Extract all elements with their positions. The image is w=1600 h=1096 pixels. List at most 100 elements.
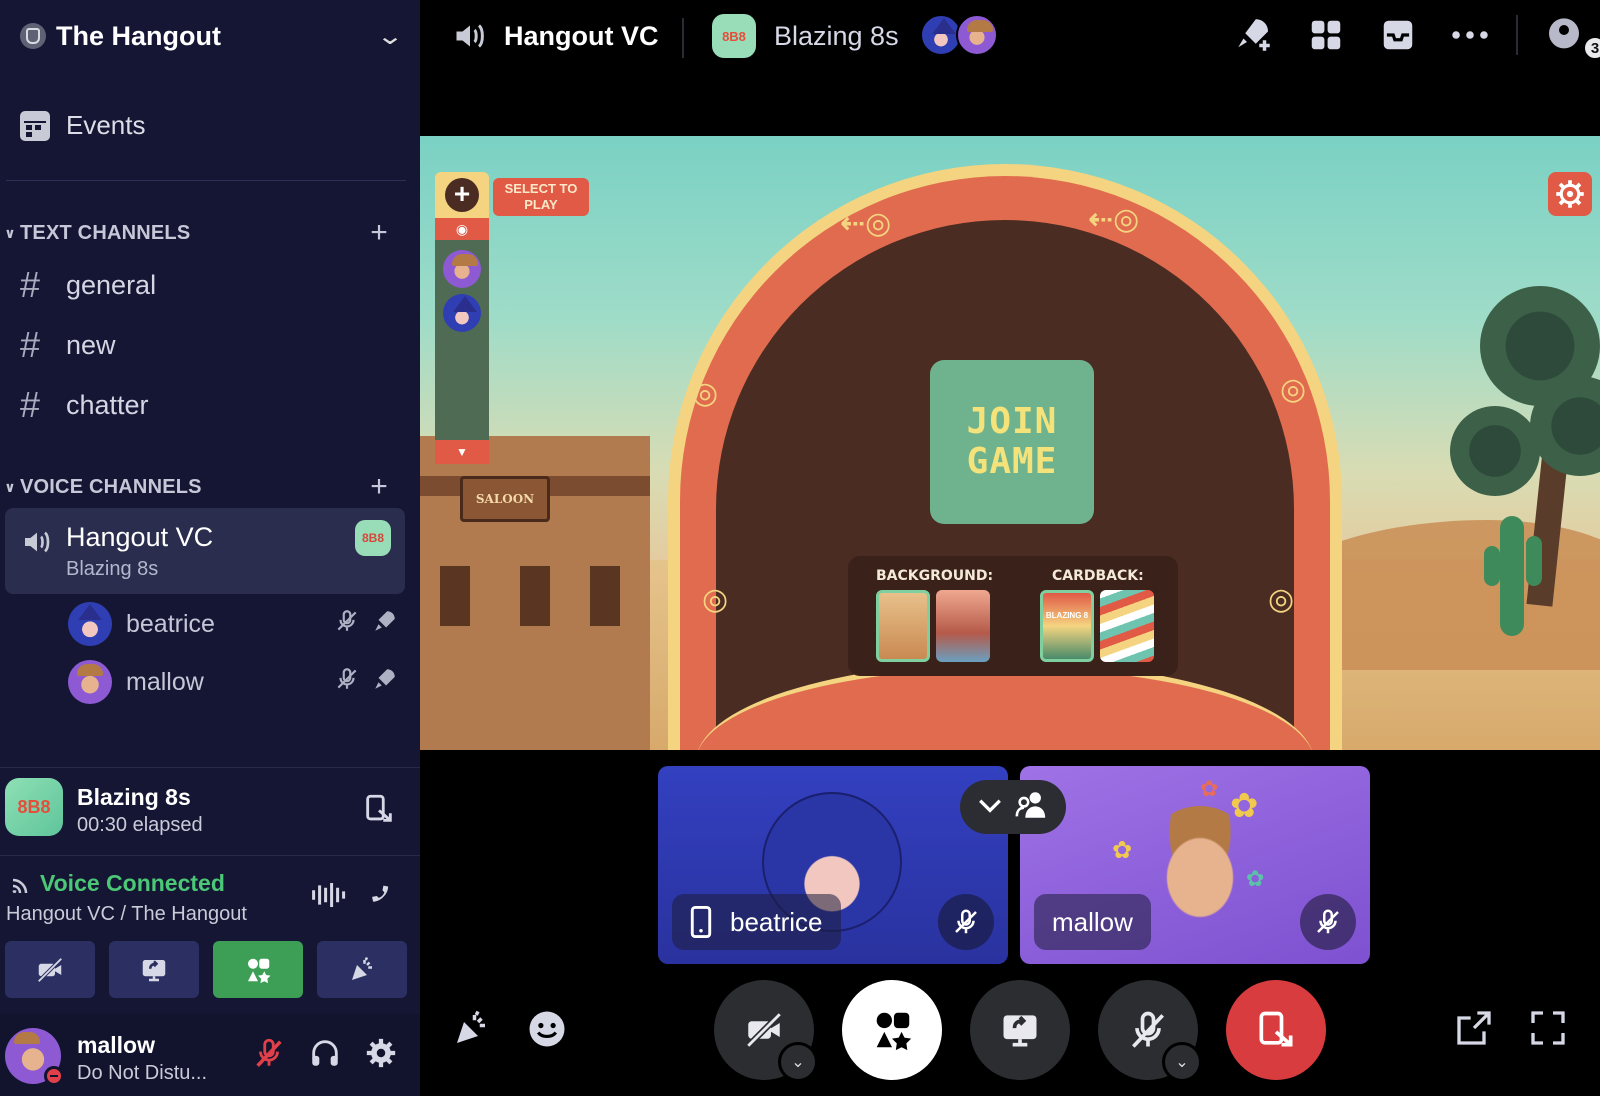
soundboard-icon[interactable] <box>450 1008 492 1055</box>
leave-activity-icon[interactable] <box>362 792 396 831</box>
member-name: beatrice <box>126 609 215 638</box>
participant-tile-beatrice[interactable]: beatrice <box>658 766 1008 964</box>
popout-icon[interactable] <box>1454 1008 1494 1053</box>
leave-activity-button[interactable] <box>1226 980 1326 1080</box>
emoji-icon[interactable] <box>526 1008 568 1055</box>
events-item[interactable]: Events <box>20 110 146 141</box>
rocket-plus-icon[interactable] <box>1218 14 1290 56</box>
channel-chatter[interactable]: # chatter <box>20 384 149 426</box>
rocket-icon <box>372 666 398 698</box>
add-channel-plus-icon[interactable]: + <box>370 470 388 504</box>
waveform-icon[interactable] <box>310 880 346 917</box>
voice-status-label: Voice Connected <box>40 870 225 896</box>
join-game-button[interactable]: JOIN GAME <box>930 360 1094 524</box>
more-icon[interactable] <box>1434 29 1506 41</box>
people-icon <box>1013 788 1049 827</box>
screen-share-button[interactable] <box>970 980 1070 1080</box>
mic-options-chevron-icon[interactable]: ⌄ <box>1162 1042 1202 1082</box>
caret-down-icon: ∨ <box>4 478 16 495</box>
screen-share-icon <box>142 959 166 981</box>
participant-name: mallow <box>1052 906 1133 937</box>
rune-icon: ◎ <box>702 583 729 616</box>
gear-icon[interactable] <box>364 1036 398 1075</box>
activity-game-frame[interactable]: SALOON ⇠◎ ⇠◎ ◎ ◎ ◎ ◎ JOIN GAME BACKGROUN… <box>420 136 1600 750</box>
speaker-icon <box>456 24 484 48</box>
current-activity[interactable]: 8B8 Blazing 8s <box>712 14 899 58</box>
participant-name-tag: mallow <box>1034 894 1151 950</box>
participant-tile-mallow[interactable]: ✿ ✿ ✿ ✿ mallow <box>1020 766 1370 964</box>
voice-connection-panel: Voice Connected Hangout VC / The Hangout <box>0 855 420 1013</box>
hash-icon: # <box>20 264 41 305</box>
activity-title: Blazing 8s <box>77 784 191 810</box>
player-avatar[interactable] <box>443 250 481 288</box>
collapse-participants-button[interactable] <box>960 780 1066 834</box>
saloon-window <box>520 566 550 626</box>
calendar-icon <box>20 110 50 141</box>
soundboard-icon <box>352 956 372 980</box>
screen-share-icon <box>1003 1015 1037 1047</box>
camera-toggle-button[interactable]: ⌄ <box>714 980 818 1082</box>
activity-participants[interactable] <box>920 14 998 56</box>
game-badge-icon[interactable]: 8B8 <box>355 520 391 556</box>
eye-icon[interactable]: ◉ <box>435 218 489 240</box>
rune-icon: ◎ <box>692 377 719 410</box>
voice-member-mallow[interactable]: mallow <box>68 660 398 704</box>
grid-icon[interactable] <box>1290 16 1362 54</box>
add-channel-plus-icon[interactable]: + <box>370 216 388 250</box>
server-header[interactable]: The Hangout ⌄ <box>0 0 420 72</box>
cactus <box>1500 516 1524 636</box>
shield-icon <box>20 23 46 49</box>
cactus-arm <box>1526 536 1542 586</box>
user-panel: mallow Do Not Distu... <box>0 1014 420 1096</box>
channel-sidebar: The Hangout ⌄ Events ∨ TEXT CHANNELS + #… <box>0 0 420 1096</box>
headphones-icon[interactable] <box>308 1036 342 1075</box>
screen-share-button[interactable] <box>109 941 199 998</box>
cardback-option-zigzag[interactable] <box>1100 590 1154 662</box>
hangup-icon[interactable] <box>355 868 405 918</box>
activity-icon <box>876 1012 912 1051</box>
mic-muted-icon <box>1131 1011 1165 1048</box>
add-player-button[interactable]: + <box>435 172 489 218</box>
camera-toggle-button[interactable] <box>5 941 95 998</box>
game-settings-gear-icon[interactable] <box>1548 172 1592 216</box>
people-icon[interactable]: 3 <box>1528 15 1600 61</box>
channel-new[interactable]: # new <box>20 324 116 366</box>
soundboard-button[interactable] <box>317 941 407 998</box>
mic-muted-icon[interactable] <box>252 1036 286 1075</box>
channel-general[interactable]: # general <box>20 264 156 306</box>
signal-icon <box>12 878 28 893</box>
voice-location: Hangout VC / The Hangout <box>6 903 247 925</box>
rune-icon: ◎ <box>1280 373 1307 406</box>
background-option-cactus[interactable] <box>876 590 930 662</box>
activities-button[interactable] <box>842 980 942 1080</box>
activity-logo[interactable]: 8B8 <box>5 778 63 836</box>
divider <box>1516 15 1518 55</box>
chevron-down-icon[interactable]: ⌄ <box>376 22 404 51</box>
avatar <box>68 660 112 704</box>
scroll-down-icon[interactable]: ▼ <box>435 440 489 464</box>
category-text-channels[interactable]: ∨ TEXT CHANNELS + <box>0 216 400 250</box>
joshua-tree <box>1450 226 1600 607</box>
rocket-icon <box>372 608 398 640</box>
activity-icon <box>248 958 271 983</box>
background-option-canyon[interactable] <box>936 590 990 662</box>
mobile-icon <box>690 906 712 938</box>
activity-elapsed: 00:30 elapsed <box>77 814 203 836</box>
player-avatar[interactable] <box>443 294 481 332</box>
voice-member-beatrice[interactable]: beatrice <box>68 602 398 646</box>
app-window: The Hangout ⌄ Events ∨ TEXT CHANNELS + #… <box>0 0 1600 1096</box>
camera-options-chevron-icon[interactable]: ⌄ <box>778 1042 818 1082</box>
fullscreen-icon[interactable] <box>1528 1008 1568 1053</box>
mic-toggle-button[interactable]: ⌄ <box>1098 980 1202 1082</box>
cardback-option-blazing[interactable]: BLAZING 8 <box>1040 590 1094 662</box>
category-voice-channels[interactable]: ∨ VOICE CHANNELS + <box>0 470 400 504</box>
plus-icon: + <box>445 178 479 212</box>
flower-decoration: ✿ <box>1112 837 1133 864</box>
voice-channel-hangout-vc[interactable]: Hangout VC Blazing 8s 8B8 <box>5 508 405 594</box>
voice-status[interactable]: Voice Connected <box>8 870 225 897</box>
inbox-icon[interactable] <box>1362 16 1434 54</box>
channel-name: new <box>66 329 116 360</box>
divider <box>6 180 406 181</box>
user-status: Do Not Distu... <box>77 1062 208 1084</box>
activity-button[interactable] <box>213 941 303 998</box>
